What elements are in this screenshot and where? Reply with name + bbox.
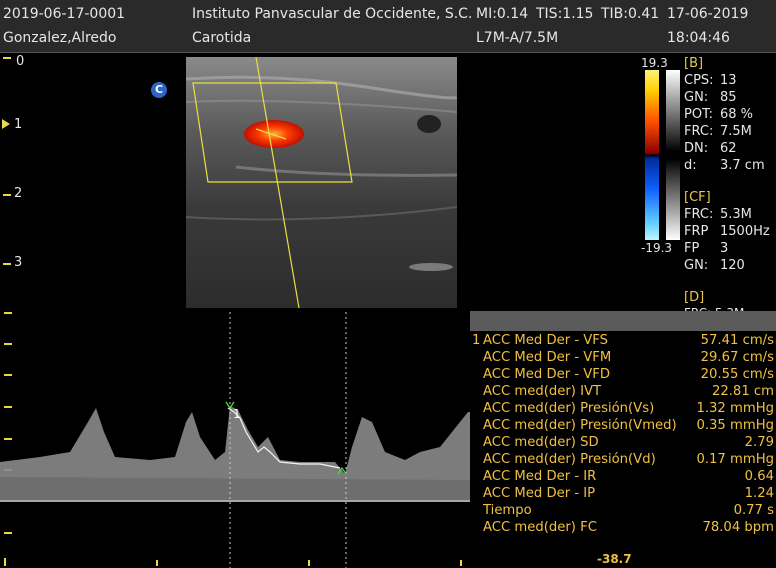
b-dn-value: 62 (720, 141, 737, 156)
cf-gn-label: GN: (684, 258, 709, 273)
cf-mode-title: [CF] (684, 190, 711, 205)
cf-fp-label: FP (684, 241, 700, 256)
depth-label-3: 3 (14, 255, 23, 270)
b-pot-value: 68 % (720, 107, 754, 122)
measurement-row: 1 ACC Med Der - VFS 57.41 cm/s (472, 333, 774, 348)
cf-gn-value: 120 (720, 258, 745, 273)
measurement-row: ACC Med Der - VFM 29.67 cm/s (483, 350, 774, 365)
color-scale-min: -19.3 (641, 241, 673, 255)
color-velocity-bar (645, 70, 659, 240)
measurement-row: ACC med(der) Presión(Vmed) 0.35 mmHg (483, 418, 774, 433)
cf-frc-label: FRC: (684, 207, 714, 222)
color-scale-max: 19.3 (641, 56, 668, 70)
measurement-row: ACC Med Der - VFD 20.55 cm/s (483, 367, 774, 382)
b-dn-label: DN: (684, 141, 709, 156)
velocity-scale-min: -38.7 (597, 552, 632, 566)
measurement-row: ACC med(der) Presión(Vd) 0.17 mmHg (483, 452, 774, 467)
gray-map-bar (666, 70, 680, 240)
measurement-row: ACC Med Der - IP 1.24 (483, 486, 774, 501)
b-gn-value: 85 (720, 90, 737, 105)
color-flow-region (244, 120, 304, 148)
measurement-row: Tiempo 0.77 s (483, 503, 774, 518)
marker-badge: C (151, 82, 167, 98)
doppler-cursor-label: 1 (233, 407, 241, 421)
patient-id: 2019-06-17-0001 (3, 6, 126, 22)
measurement-index: 1 (472, 333, 481, 348)
b-pot-label: POT: (684, 107, 713, 122)
doppler-spectrum (0, 312, 470, 568)
tib-index: TIB:0.41 (601, 6, 660, 22)
measurement-row: ACC Med Der - IR 0.64 (483, 469, 774, 484)
cf-frp-value: 1500Hz (720, 224, 770, 239)
measurement-row: ACC med(der) SD 2.79 (483, 435, 774, 450)
measurements-header-bar (470, 311, 776, 331)
measurement-row: ACC med(der) IVT 22.81 cm (483, 384, 774, 399)
measurement-row: ACC med(der) FC 78.04 bpm (483, 520, 774, 535)
b-mode-title: [B] (684, 56, 704, 71)
tis-index: TIS:1.15 (536, 6, 594, 22)
exam-type: Carotida (192, 30, 252, 46)
b-gn-label: GN: (684, 90, 709, 105)
b-depth-value: 3.7 cm (720, 158, 765, 173)
measurement-row: ACC med(der) Presión(Vs) 1.32 mmHg (483, 401, 774, 416)
cf-fp-value: 3 (720, 241, 729, 256)
b-frc-value: 7.5M (720, 124, 752, 139)
patient-name: Gonzalez,Alredo (3, 30, 117, 46)
b-frc-label: FRC: (684, 124, 714, 139)
measurements-panel: 1 ACC Med Der - VFS 57.41 cm/s ACC Med Der… (470, 311, 776, 541)
probe-info: L7M-A/7.5M (476, 30, 559, 46)
b-depth-label: d: (684, 158, 697, 173)
focus-marker-icon (2, 119, 10, 129)
exam-time: 18:04:46 (667, 30, 730, 46)
b-cps-label: CPS: (684, 73, 714, 88)
cf-frp-label: FRP (684, 224, 709, 239)
cf-frc-value: 5.3M (720, 207, 752, 222)
d-mode-title: [D] (684, 290, 705, 305)
exam-date: 17-06-2019 (667, 6, 749, 22)
depth-label-1: 1 (14, 117, 23, 132)
header-bar: 2019-06-17-0001 Gonzalez,Alredo Institut… (0, 0, 776, 53)
depth-label-0: 0 (16, 54, 25, 69)
institution: Instituto Panvascular de Occidente, S.C. (192, 6, 473, 22)
bmode-image (186, 57, 457, 308)
b-cps-value: 13 (720, 73, 737, 88)
depth-label-2: 2 (14, 186, 23, 201)
mi-index: MI:0.14 (476, 6, 529, 22)
